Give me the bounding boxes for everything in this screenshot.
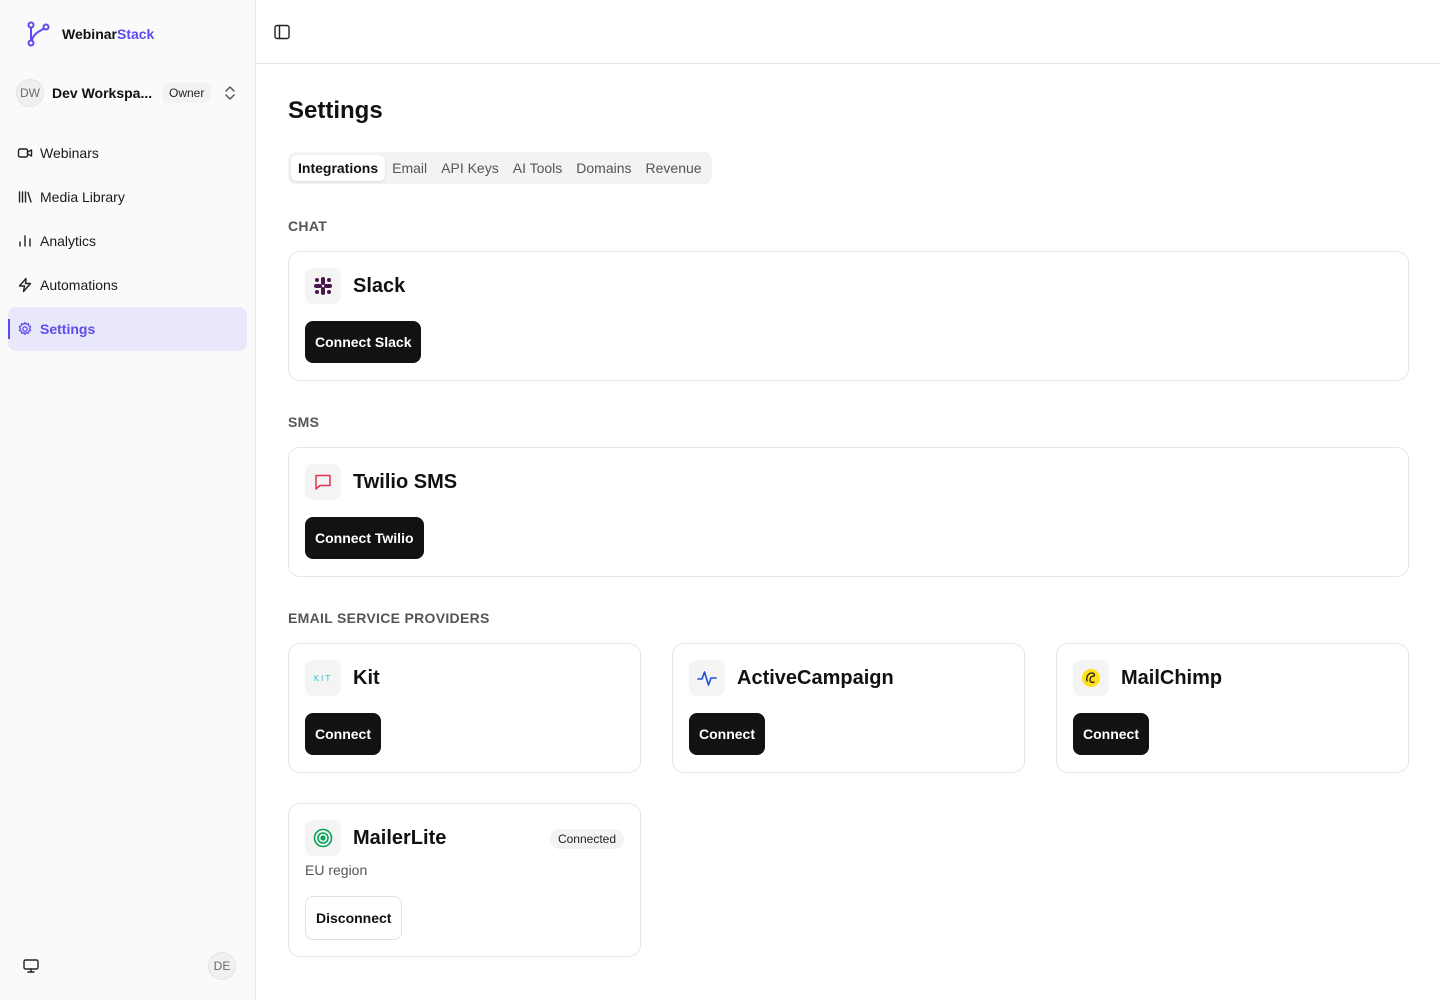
connect-twilio-button[interactable]: Connect Twilio	[305, 517, 424, 559]
sidebar-item-webinars[interactable]: Webinars	[8, 131, 247, 175]
sidebar-item-media-library[interactable]: Media Library	[8, 175, 247, 219]
twilio-title: Twilio SMS	[353, 470, 458, 493]
sidebar: WebinarStack DW Dev Workspa... Owner Web…	[0, 0, 256, 1000]
sidebar-toggle-icon[interactable]	[273, 23, 291, 41]
sidebar-item-label: Analytics	[40, 233, 97, 249]
page-title: Settings	[288, 97, 383, 124]
tab-email[interactable]: Email	[385, 155, 434, 181]
connected-status-badge: Connected	[549, 829, 624, 849]
tab-revenue[interactable]: Revenue	[639, 155, 709, 181]
connect-mailchimp-button[interactable]: Connect	[1073, 713, 1149, 755]
tab-domains[interactable]: Domains	[569, 155, 638, 181]
library-icon	[18, 191, 32, 203]
sidebar-item-label: Settings	[40, 321, 96, 337]
workspace-switcher[interactable]: DW Dev Workspa... Owner	[16, 78, 244, 108]
tab-ai-tools[interactable]: AI Tools	[506, 155, 570, 181]
workspace-role-badge: Owner	[162, 83, 212, 103]
mailchimp-title: MailChimp	[1121, 666, 1223, 689]
section-label-chat: CHAT	[288, 218, 328, 234]
kit-logo-icon: KIT	[305, 660, 341, 696]
workspace-avatar: DW	[16, 79, 44, 107]
sidebar-item-label: Media Library	[40, 189, 125, 205]
twilio-integration-card: Twilio SMS Connect Twilio	[288, 447, 1409, 577]
kit-integration-card: KIT Kit Connect	[288, 643, 641, 773]
mailerlite-integration-card: MailerLite Connected EU region Disconnec…	[288, 803, 641, 957]
kit-logo-text: KIT	[313, 673, 333, 683]
user-avatar[interactable]: DE	[208, 952, 236, 980]
gear-icon	[18, 321, 32, 335]
settings-tabs: Integrations Email API Keys AI Tools Dom…	[288, 152, 712, 184]
zap-icon	[18, 277, 32, 293]
connect-slack-button[interactable]: Connect Slack	[305, 321, 422, 363]
sidebar-item-automations[interactable]: Automations	[8, 263, 247, 307]
section-label-email-providers: EMAIL SERVICE PROVIDERS	[288, 610, 490, 626]
branch-logo-icon	[27, 21, 50, 47]
mailerlite-title: MailerLite	[353, 826, 447, 849]
tab-api-keys[interactable]: API Keys	[434, 155, 506, 181]
slack-title: Slack	[353, 274, 406, 297]
connect-activecampaign-button[interactable]: Connect	[689, 713, 765, 755]
activecampaign-integration-card: ActiveCampaign Connect	[672, 643, 1025, 773]
chevron-up-down-icon	[225, 86, 236, 100]
monitor-icon[interactable]	[22, 957, 40, 975]
mailerlite-region: EU region	[305, 862, 368, 878]
kit-title: Kit	[353, 666, 380, 689]
slack-logo-icon	[305, 268, 341, 304]
sidebar-item-label: Webinars	[40, 145, 99, 161]
mailchimp-integration-card: MailChimp Connect	[1056, 643, 1409, 773]
sidebar-footer: DE	[22, 952, 236, 980]
sidebar-item-settings[interactable]: Settings	[8, 307, 247, 351]
workspace-name: Dev Workspa...	[52, 85, 153, 101]
connect-kit-button[interactable]: Connect	[305, 713, 381, 755]
video-icon	[17, 148, 33, 158]
message-square-icon	[305, 464, 341, 500]
activecampaign-title: ActiveCampaign	[737, 666, 894, 689]
top-bar	[256, 0, 1440, 64]
sidebar-item-label: Automations	[40, 277, 118, 293]
bar-chart-icon	[19, 235, 31, 247]
brand-name: WebinarStack	[62, 26, 155, 42]
sidebar-item-analytics[interactable]: Analytics	[8, 219, 247, 263]
slack-integration-card: Slack Connect Slack	[288, 251, 1409, 381]
mailchimp-logo-icon	[1073, 660, 1109, 696]
section-label-sms: SMS	[288, 414, 320, 430]
mailerlite-logo-icon	[305, 820, 341, 856]
tab-integrations[interactable]: Integrations	[291, 155, 386, 181]
disconnect-mailerlite-button[interactable]: Disconnect	[305, 896, 403, 940]
sidebar-nav: Webinars Media Library Analytics Automat…	[8, 131, 247, 351]
brand-logo[interactable]: WebinarStack	[26, 21, 154, 47]
activity-pulse-icon	[689, 660, 725, 696]
